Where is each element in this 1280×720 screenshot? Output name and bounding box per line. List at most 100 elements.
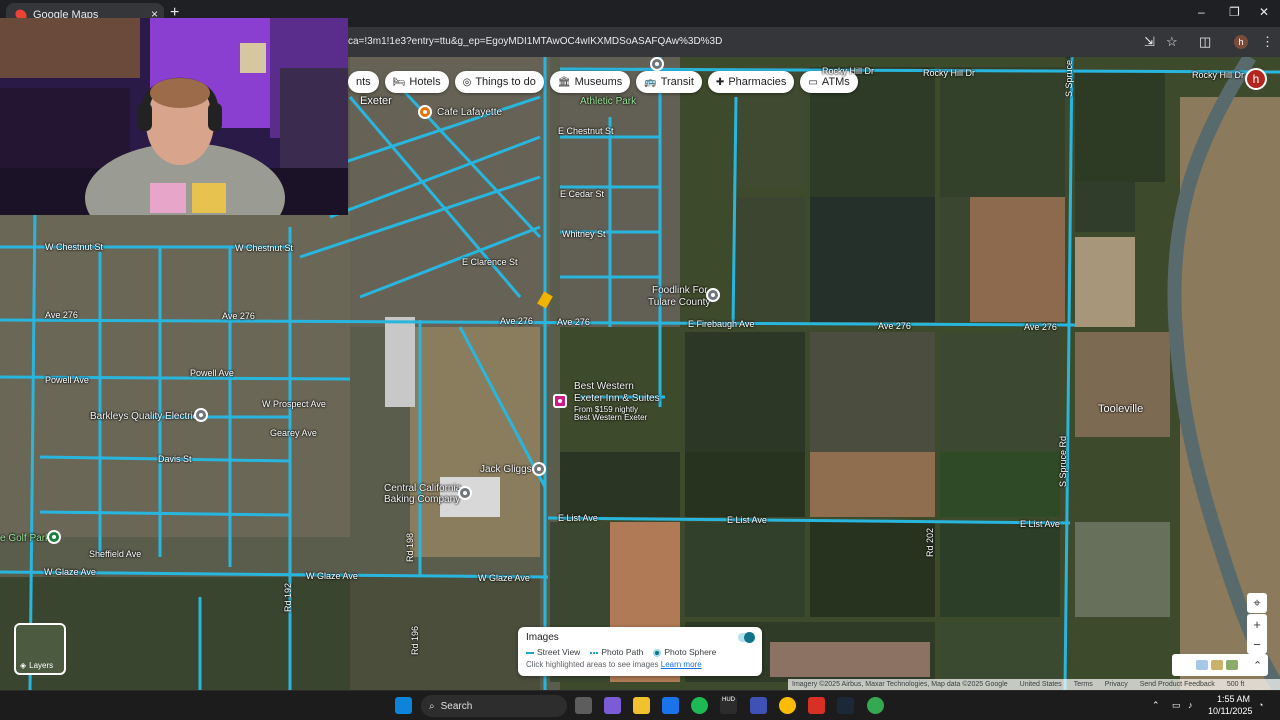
chrome-icon[interactable]: [779, 697, 796, 714]
golf-pin-icon[interactable]: [47, 530, 61, 544]
street-label: S Spruce Rd: [1058, 435, 1068, 487]
place-pin-icon[interactable]: [650, 57, 664, 71]
chip-events[interactable]: nts: [348, 71, 379, 93]
chrome-active-icon[interactable]: [867, 697, 884, 714]
street-label: Ave 276: [557, 317, 590, 327]
tray-chevron-icon[interactable]: ⌃: [1152, 700, 1160, 711]
street-label: Rocky Hill Dr: [822, 66, 875, 76]
place-label-park[interactable]: Athletic Park: [580, 96, 636, 107]
browser-menu-icon[interactable]: ⋮: [1261, 34, 1274, 50]
place-label-best-western-2[interactable]: Exeter Inn & Suites: [574, 393, 660, 404]
install-app-icon[interactable]: ⇲: [1144, 34, 1155, 50]
hotel-icon: 🛏: [392, 76, 406, 88]
profile-avatar[interactable]: h: [1234, 35, 1248, 49]
spotify-icon[interactable]: [691, 697, 708, 714]
street-label: Powell Ave: [190, 368, 234, 378]
chip-museums[interactable]: 🏛 Museums: [549, 71, 631, 93]
pharmacy-icon: ✚: [715, 76, 725, 88]
privacy-link[interactable]: Privacy: [1105, 681, 1128, 688]
place-label-foodlink-2[interactable]: Tulare County: [648, 297, 710, 308]
barkleys-pin-icon[interactable]: [194, 408, 208, 422]
task-view-icon[interactable]: [575, 697, 592, 714]
search-icon: ⌕: [429, 700, 435, 712]
close-window-button[interactable]: ✕: [1259, 5, 1269, 19]
photo-path-line-icon: [590, 651, 599, 654]
street-label: Ave 276: [500, 316, 533, 326]
taskbar-search[interactable]: ⌕ Search: [421, 695, 567, 717]
place-label-foodlink[interactable]: Foodlink For: [652, 285, 708, 296]
notepad-icon[interactable]: [662, 697, 679, 714]
images-legend-panel: Images Street View Photo Path Photo Sphe…: [518, 627, 762, 676]
layers-button[interactable]: ◈ Layers: [14, 623, 66, 675]
chip-label: nts: [356, 76, 371, 88]
steam-icon[interactable]: [837, 697, 854, 714]
map-thumbnail-icon[interactable]: [1196, 660, 1208, 670]
street-view-line-icon: [526, 651, 534, 654]
bookmark-star-icon[interactable]: ☆: [1166, 34, 1178, 50]
taskbar-search-label: Search: [440, 700, 473, 712]
minimize-window-button[interactable]: –: [1198, 5, 1205, 19]
place-label-central-california-2[interactable]: Baking Company: [384, 494, 460, 505]
foodlink-pin-icon[interactable]: [706, 288, 720, 302]
terms-link[interactable]: Terms: [1074, 681, 1093, 688]
atm-icon: ▭: [808, 76, 818, 88]
hud-app-icon[interactable]: HUD: [720, 697, 737, 714]
street-label: Rd 198: [405, 532, 415, 562]
app-icon[interactable]: [750, 697, 767, 714]
zoom-in-button[interactable]: +: [1247, 614, 1267, 634]
feedback-link[interactable]: Send Product Feedback: [1140, 681, 1215, 688]
hotel-pin-icon[interactable]: [553, 394, 567, 408]
street-label: Ave 276: [878, 321, 911, 331]
chip-transit[interactable]: 🚌 Transit: [636, 71, 702, 93]
place-label-cafe[interactable]: Cafe Lafayette: [437, 107, 502, 118]
chip-things-to-do[interactable]: ◎ Things to do: [454, 71, 544, 93]
street-view-toggle[interactable]: [738, 632, 755, 643]
street-label: E Clarence St: [462, 257, 518, 267]
street-label: Davis St: [158, 454, 192, 464]
place-label-best-western[interactable]: Best Western: [574, 381, 634, 392]
clock-time[interactable]: 1:55 AM: [1210, 694, 1250, 704]
jack-gliggs-pin-icon[interactable]: [532, 462, 546, 476]
place-label-golf[interactable]: e Golf Park: [0, 533, 50, 544]
place-label-jack-gliggs[interactable]: Jack Gliggs: [480, 464, 532, 475]
clock-date[interactable]: 10/11/2025: [1208, 706, 1252, 716]
windows-taskbar: ⌕ Search HUD ⌃ ▭ ♪ 1:55 AM 10/11/2025 ◔: [0, 690, 1280, 720]
restore-window-button[interactable]: ❐: [1229, 5, 1240, 19]
street-label: Gearey Ave: [270, 428, 317, 438]
chip-pharmacies[interactable]: ✚ Pharmacies: [707, 71, 795, 93]
zoom-out-button[interactable]: −: [1247, 634, 1267, 654]
satellite-thumbnail-icon[interactable]: [1226, 660, 1238, 670]
copilot-icon[interactable]: [604, 697, 621, 714]
volume-icon[interactable]: ♪: [1188, 700, 1193, 710]
chip-label: Hotels: [409, 76, 441, 88]
maps-pin-app-icon[interactable]: [808, 697, 825, 714]
cafe-pin-icon[interactable]: [418, 105, 432, 119]
bakery-pin-icon[interactable]: [458, 486, 472, 500]
country-label[interactable]: United States: [1020, 681, 1062, 688]
legend-title: Images: [526, 632, 559, 643]
layers-label: Layers: [29, 661, 54, 670]
map-footer: Imagery ©2025 Airbus, Maxar Technologies…: [788, 679, 1280, 690]
my-location-button[interactable]: ⌖: [1247, 593, 1267, 613]
street-label: Ave 276: [1024, 322, 1057, 332]
chip-hotels[interactable]: 🛏 Hotels: [384, 71, 449, 93]
terrain-thumbnail-icon[interactable]: [1211, 660, 1223, 670]
learn-more-link[interactable]: Learn more: [661, 660, 702, 669]
notification-bell-icon[interactable]: ◔: [1258, 700, 1263, 710]
legend-hint: Click highlighted areas to see images Le…: [526, 660, 702, 669]
windows-start-icon[interactable]: [395, 697, 412, 714]
place-label-central-california[interactable]: Central California: [384, 483, 461, 494]
side-panel-icon[interactable]: ◫: [1199, 34, 1211, 50]
map-type-thumbnails[interactable]: ⌃: [1172, 654, 1268, 676]
google-account-avatar[interactable]: h: [1245, 68, 1267, 90]
network-icon[interactable]: ▭: [1172, 700, 1181, 711]
url-field[interactable]: ca=!3m1!1e3?entry=ttu&g_ep=EgoyMDI1MTAwO…: [348, 36, 722, 47]
chip-label: Pharmacies: [728, 76, 787, 88]
legend-photo-path: Photo Path: [590, 647, 643, 657]
expand-icon[interactable]: ⌃: [1253, 659, 1262, 672]
street-label: Rocky Hill Dr: [923, 68, 976, 78]
chip-label: Transit: [660, 76, 694, 88]
street-label: S Spruce Rd: [1064, 57, 1074, 97]
place-label-barkleys[interactable]: Barkleys Quality Electric: [90, 411, 198, 422]
file-explorer-icon[interactable]: [633, 697, 650, 714]
